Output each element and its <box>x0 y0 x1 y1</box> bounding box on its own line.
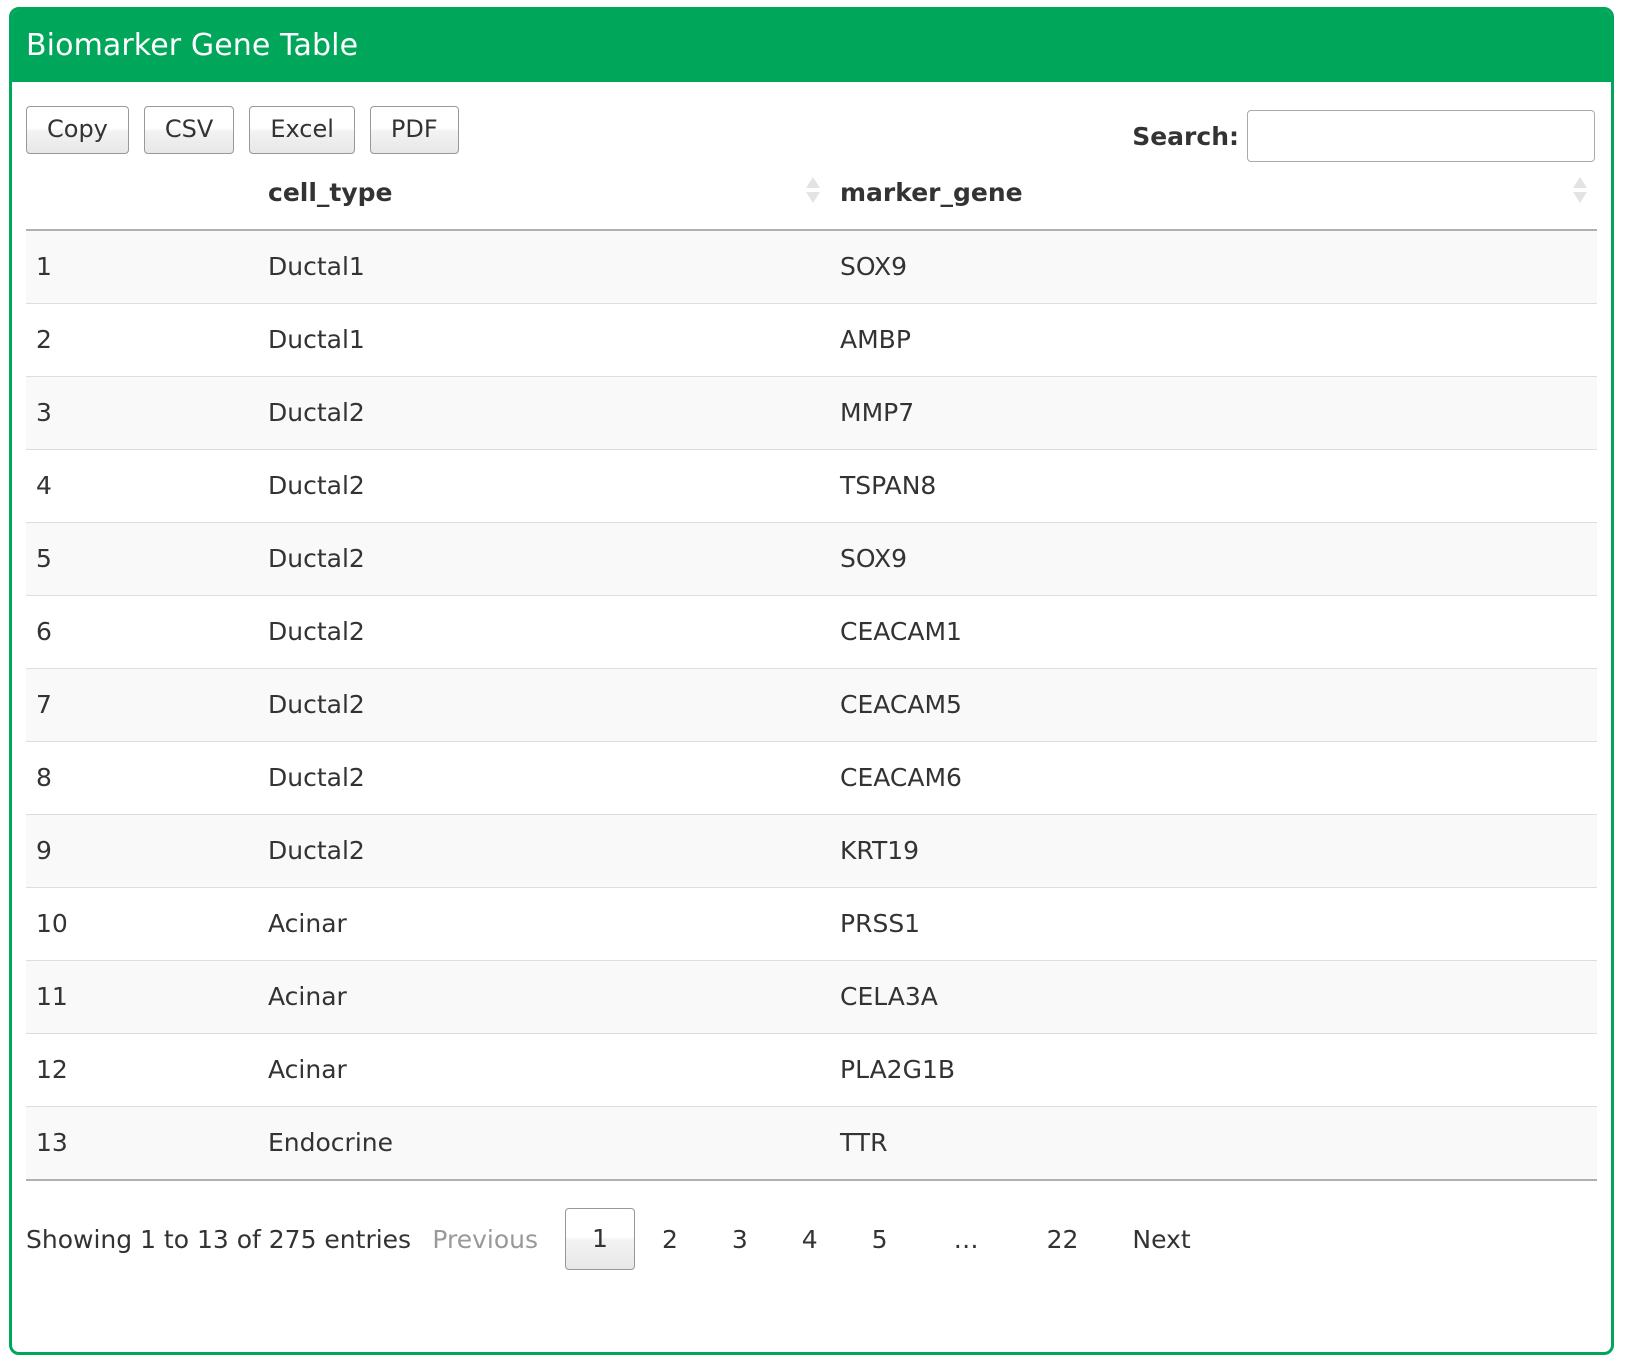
cell-marker-gene: SOX9 <box>830 522 1597 596</box>
cell-cell-type: Ductal1 <box>258 303 830 377</box>
cell-index: 5 <box>26 522 258 596</box>
table-footer: Showing 1 to 13 of 275 entries Previous 1… <box>26 1181 1597 1297</box>
page-title: Biomarker Gene Table <box>26 28 359 63</box>
cell-index: 6 <box>26 595 258 669</box>
cell-cell-type: Ductal1 <box>258 230 830 304</box>
entries-info: Showing 1 to 13 of 275 entries <box>26 1224 412 1254</box>
table-row[interactable]: 6 Ductal2 CEACAM1 <box>26 595 1597 669</box>
column-header-marker-gene-label: marker_gene <box>840 178 1023 207</box>
cell-cell-type: Ductal2 <box>258 595 830 669</box>
cell-cell-type: Acinar <box>258 887 830 961</box>
cell-marker-gene: TTR <box>830 1106 1597 1181</box>
cell-marker-gene: SOX9 <box>830 230 1597 304</box>
panel-body: Copy CSV Excel PDF Search: cell_type mar… <box>12 82 1611 1297</box>
cell-marker-gene: KRT19 <box>830 814 1597 888</box>
page-5[interactable]: 5 <box>845 1213 915 1266</box>
table-row[interactable]: 9 Ductal2 KRT19 <box>26 814 1597 888</box>
sort-both-icon <box>806 177 820 203</box>
cell-cell-type: Ductal2 <box>258 668 830 742</box>
cell-marker-gene: TSPAN8 <box>830 449 1597 523</box>
table-row[interactable]: 2 Ductal1 AMBP <box>26 303 1597 377</box>
page-ellipsis: … <box>931 1213 1002 1266</box>
column-header-marker-gene[interactable]: marker_gene <box>830 177 1597 231</box>
table-row[interactable]: 5 Ductal2 SOX9 <box>26 522 1597 596</box>
cell-cell-type: Acinar <box>258 1033 830 1107</box>
cell-index: 3 <box>26 376 258 450</box>
table-body: 1 Ductal1 SOX9 2 Ductal1 AMBP 3 Ductal2 MMP7 4 Duc… <box>26 230 1597 1181</box>
table-row[interactable]: 3 Ductal2 MMP7 <box>26 376 1597 450</box>
panel-header: Biomarker Gene Table <box>12 10 1611 82</box>
cell-index: 13 <box>26 1106 258 1181</box>
page-1[interactable]: 1 <box>565 1208 635 1270</box>
cell-marker-gene: CEACAM6 <box>830 741 1597 815</box>
search-label: Search: <box>1132 121 1239 151</box>
cell-marker-gene: CELA3A <box>830 960 1597 1034</box>
cell-index: 4 <box>26 449 258 523</box>
page-3[interactable]: 3 <box>705 1213 775 1266</box>
table-row[interactable]: 4 Ductal2 TSPAN8 <box>26 449 1597 523</box>
page-next[interactable]: Next <box>1105 1213 1217 1266</box>
cell-marker-gene: CEACAM5 <box>830 668 1597 742</box>
cell-cell-type: Endocrine <box>258 1106 830 1181</box>
copy-button[interactable]: Copy <box>26 106 129 154</box>
table-row[interactable]: 7 Ductal2 CEACAM5 <box>26 668 1597 742</box>
table-row[interactable]: 1 Ductal1 SOX9 <box>26 230 1597 304</box>
cell-marker-gene: PRSS1 <box>830 887 1597 961</box>
table-row[interactable]: 13 Endocrine TTR <box>26 1106 1597 1181</box>
cell-cell-type: Acinar <box>258 960 830 1034</box>
excel-button[interactable]: Excel <box>249 106 355 154</box>
column-header-cell-type[interactable]: cell_type <box>258 177 830 231</box>
cell-index: 10 <box>26 887 258 961</box>
page-4[interactable]: 4 <box>775 1213 845 1266</box>
table-row[interactable]: 8 Ductal2 CEACAM6 <box>26 741 1597 815</box>
search-area: Search: <box>1132 110 1597 162</box>
search-input[interactable] <box>1247 110 1595 162</box>
cell-marker-gene: PLA2G1B <box>830 1033 1597 1107</box>
cell-marker-gene: AMBP <box>830 303 1597 377</box>
cell-index: 7 <box>26 668 258 742</box>
cell-index: 1 <box>26 230 258 304</box>
cell-cell-type: Ductal2 <box>258 376 830 450</box>
cell-cell-type: Ductal2 <box>258 449 830 523</box>
page-22[interactable]: 22 <box>1020 1213 1106 1266</box>
cell-index: 12 <box>26 1033 258 1107</box>
cell-index: 11 <box>26 960 258 1034</box>
cell-cell-type: Ductal2 <box>258 741 830 815</box>
cell-marker-gene: MMP7 <box>830 376 1597 450</box>
table-header-row: cell_type marker_gene <box>26 177 1597 231</box>
cell-cell-type: Ductal2 <box>258 522 830 596</box>
cell-index: 9 <box>26 814 258 888</box>
table-toolbar: Copy CSV Excel PDF Search: <box>26 82 1597 178</box>
cell-cell-type: Ductal2 <box>258 814 830 888</box>
cell-marker-gene: CEACAM1 <box>830 595 1597 669</box>
cell-index: 8 <box>26 741 258 815</box>
page-previous[interactable]: Previous <box>405 1213 565 1266</box>
sort-both-icon <box>1573 177 1587 203</box>
cell-index: 2 <box>26 303 258 377</box>
table-row[interactable]: 11 Acinar CELA3A <box>26 960 1597 1034</box>
export-button-group: Copy CSV Excel PDF <box>26 106 459 154</box>
pdf-button[interactable]: PDF <box>369 106 459 154</box>
column-header-index <box>26 178 258 231</box>
page-2[interactable]: 2 <box>635 1213 705 1266</box>
column-header-cell-type-label: cell_type <box>268 178 393 207</box>
table-row[interactable]: 12 Acinar PLA2G1B <box>26 1033 1597 1107</box>
table-row[interactable]: 10 Acinar PRSS1 <box>26 887 1597 961</box>
csv-button[interactable]: CSV <box>143 106 235 154</box>
biomarker-gene-table-panel: Biomarker Gene Table Copy CSV Excel PDF … <box>9 7 1614 1355</box>
biomarker-table: cell_type marker_gene 1 Ductal1 SOX9 2 Ducta… <box>26 177 1597 1181</box>
